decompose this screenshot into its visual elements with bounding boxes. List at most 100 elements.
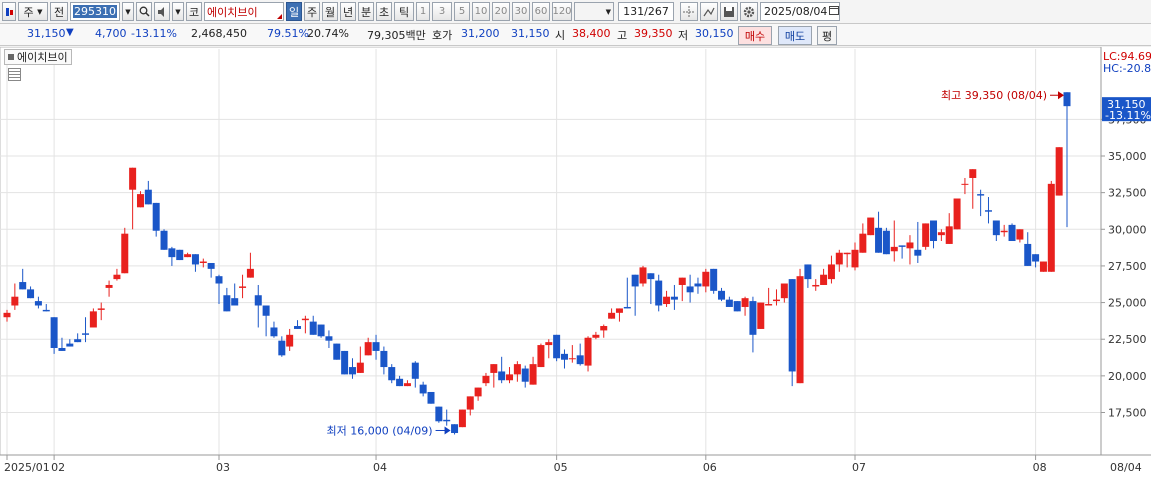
candle-body	[317, 324, 325, 337]
speaker-icon[interactable]	[154, 2, 170, 21]
period-minute[interactable]: 분	[358, 2, 374, 21]
prev-button[interactable]: 전	[50, 2, 68, 21]
high-price: 39,350	[634, 27, 673, 40]
count-box[interactable]: 131/267	[618, 2, 674, 21]
candle-body	[443, 419, 451, 422]
candle-body	[215, 276, 223, 284]
chart-type-icon[interactable]	[2, 2, 16, 21]
candle-body	[1047, 183, 1055, 272]
candle-body	[474, 387, 482, 397]
minute-3[interactable]: 3	[432, 2, 452, 21]
candlestick-chart[interactable]: 37,50035,00032,50030,00027,50025,00022,5…	[0, 46, 1151, 478]
candle-body	[725, 299, 733, 307]
minute-1[interactable]: 1	[416, 2, 430, 21]
minute-20[interactable]: 20	[492, 2, 510, 21]
candle-body	[207, 262, 215, 269]
candle-body	[184, 254, 192, 258]
bid-price: 31,200	[461, 27, 500, 40]
chevron-down-icon: ▼	[37, 7, 43, 16]
open-price: 38,400	[572, 27, 611, 40]
candle-body	[875, 227, 883, 253]
candle-body	[160, 230, 168, 250]
candle-body	[294, 326, 302, 329]
date-value: 2025/08/04	[764, 5, 828, 18]
x-tick-label: 04	[373, 461, 387, 474]
candle-body	[890, 246, 898, 252]
market-select[interactable]: 주 ▼	[18, 2, 48, 21]
interval-dropdown[interactable]: ▼	[574, 2, 614, 21]
crosshair-icon[interactable]	[680, 2, 698, 21]
y-tick-label: 35,000	[1108, 150, 1147, 163]
search-icon[interactable]	[136, 2, 152, 21]
down-arrow-icon: ▼	[66, 27, 74, 38]
chart-toolbar: 주 ▼ 전 295310 ▼ ▼ 코 에이치브이 일 주 월 년 분 초 틱 1…	[0, 0, 1151, 24]
x-tick-label: 08	[1033, 461, 1047, 474]
candle-body	[254, 295, 262, 306]
quote-bar: 31,150 ▼ 4,700 -13.11% 2,468,450 79.51% …	[0, 24, 1151, 46]
candle-body	[694, 283, 702, 287]
minute-5[interactable]: 5	[454, 2, 470, 21]
candle-body	[27, 289, 35, 299]
ask-price: 31,150	[511, 27, 550, 40]
candle-body	[765, 304, 773, 306]
minute-120[interactable]: 120	[552, 2, 572, 21]
period-month[interactable]: 월	[322, 2, 338, 21]
period-week[interactable]: 주	[304, 2, 320, 21]
minute-60[interactable]: 60	[532, 2, 550, 21]
buy-button[interactable]: 매수	[738, 26, 772, 45]
sound-dropdown-icon[interactable]: ▼	[172, 2, 184, 21]
calendar-icon[interactable]	[829, 5, 840, 18]
title-marker-icon	[8, 54, 14, 60]
x-tick-label: 05	[554, 461, 568, 474]
period-second[interactable]: 초	[376, 2, 392, 21]
candle-body	[521, 368, 529, 382]
minute-30[interactable]: 30	[512, 2, 530, 21]
candle-body	[772, 299, 780, 302]
candle-body	[576, 355, 584, 365]
candle-body	[1008, 224, 1016, 242]
table-toggle-icon[interactable]	[8, 68, 21, 81]
candle-body	[1063, 92, 1071, 107]
x-axis: 2025/01 02 03 04 05 06 07 08 08/04	[0, 454, 1151, 478]
minute-10[interactable]: 10	[472, 2, 490, 21]
period-year[interactable]: 년	[340, 2, 356, 21]
period-day[interactable]: 일	[286, 2, 302, 21]
eval-button[interactable]: 평	[817, 26, 837, 45]
candle-body	[867, 217, 875, 236]
period-tick[interactable]: 틱	[394, 2, 414, 21]
trend-line-icon[interactable]	[700, 2, 718, 21]
code-dropdown-icon[interactable]: ▼	[122, 2, 134, 21]
price-change: 4,700	[95, 27, 127, 40]
y-axis: 37,50035,00032,50030,00027,50025,00022,5…	[1100, 47, 1151, 478]
candle-body	[1039, 261, 1047, 272]
candle-body	[34, 301, 42, 306]
candle-body	[969, 169, 977, 178]
gear-icon[interactable]	[740, 2, 758, 21]
save-icon[interactable]	[720, 2, 738, 21]
turnover-rate: 20.74%	[307, 27, 349, 40]
candle-body	[670, 296, 678, 300]
current-rate-label: -13.11%	[1105, 109, 1151, 122]
candle-body	[348, 367, 356, 375]
candle-body	[851, 249, 859, 268]
candle-body	[914, 249, 922, 256]
y-tick-label: 30,000	[1108, 223, 1147, 236]
candle-body	[513, 364, 521, 375]
date-input[interactable]: 2025/08/04	[760, 2, 840, 21]
market-label: 주	[23, 5, 34, 19]
market-type-button[interactable]: 코	[186, 2, 202, 21]
stock-code-input[interactable]: 295310	[70, 2, 120, 21]
candle-body	[105, 284, 113, 288]
candle-body	[812, 284, 820, 287]
low-price: 30,150	[695, 27, 734, 40]
candle-body	[608, 312, 616, 319]
candle-body	[859, 233, 867, 253]
candle-body	[129, 167, 137, 190]
price-chart[interactable]: 37,50035,00032,50030,00027,50025,00022,5…	[0, 46, 1151, 478]
candle-body	[945, 226, 953, 244]
trade-amount: 79,305백만	[367, 29, 426, 42]
candle-body	[333, 343, 341, 360]
candle-body	[906, 242, 914, 249]
sell-button[interactable]: 매도	[778, 26, 812, 45]
candle-body	[223, 295, 231, 312]
